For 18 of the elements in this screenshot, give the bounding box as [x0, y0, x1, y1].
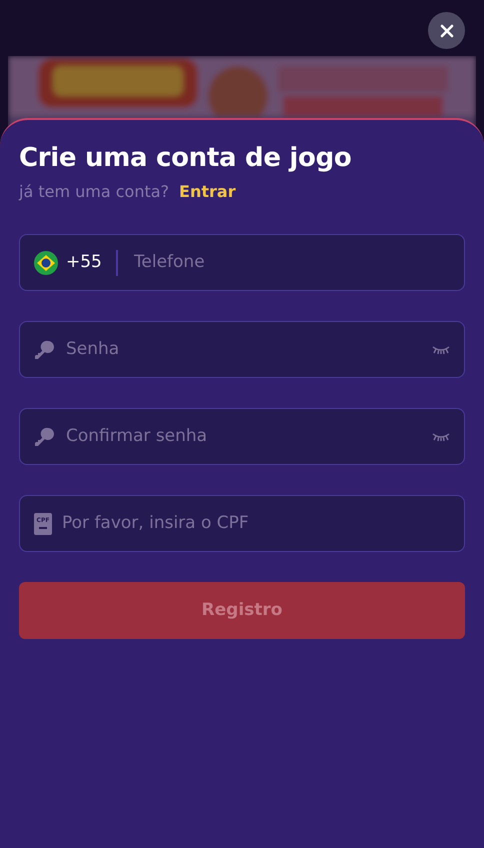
input-box[interactable]: +55 Telefone: [19, 234, 465, 291]
input-box[interactable]: Confirmar senha: [19, 408, 465, 465]
brazil-flag-icon: [34, 250, 58, 274]
key-icon: [34, 338, 56, 360]
input-field[interactable]: Senha: [64, 336, 424, 364]
key-icon: [34, 426, 56, 448]
login-link[interactable]: Entrar: [179, 180, 236, 204]
input-field[interactable]: Telefone: [132, 248, 450, 276]
eye-closed-icon[interactable]: [432, 344, 450, 354]
input-box[interactable]: Senha: [19, 321, 465, 378]
close-icon: [440, 24, 454, 38]
dialog-title: Crie uma conta de jogo: [19, 142, 352, 175]
input-field[interactable]: Por favor, insira o CPF: [60, 510, 450, 538]
eye-closed-icon[interactable]: [432, 432, 450, 442]
close-button[interactable]: [428, 12, 465, 49]
country-code[interactable]: +55: [66, 250, 102, 276]
subtitle-text: já tem uma conta?: [19, 181, 170, 203]
input-field[interactable]: Confirmar senha: [64, 422, 424, 450]
